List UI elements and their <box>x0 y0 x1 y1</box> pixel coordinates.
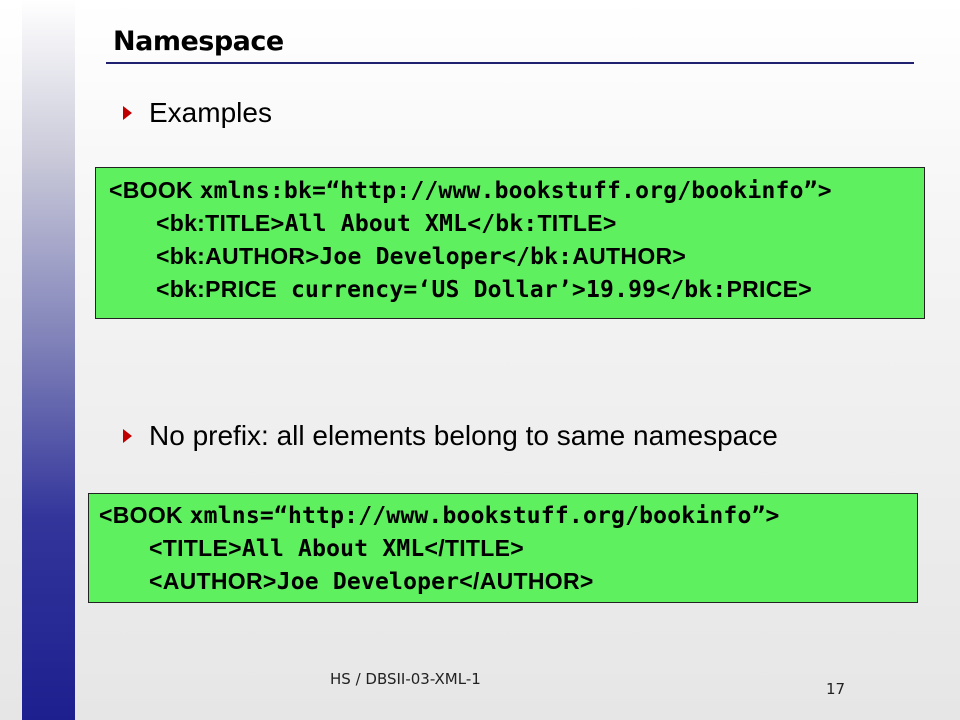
code-line: <AUTHOR>Joe Developer</AUTHOR> <box>149 568 594 595</box>
sidebar-gradient-bar <box>22 0 75 720</box>
code-line: <bk:TITLE>All About XML</bk:TITLE> <box>156 210 617 237</box>
code-line: <BOOK xmlns:bk=“http://www.bookstuff.org… <box>109 177 832 204</box>
slide-title: Namespace <box>113 26 284 57</box>
code-line: <bk:PRICE currency=‘US Dollar’>19.99</bk… <box>156 276 812 303</box>
bullet-arrow-icon <box>123 429 132 443</box>
title-underline <box>106 62 914 64</box>
code-example-no-prefix: <BOOK xmlns=“http://www.bookstuff.org/bo… <box>88 493 918 603</box>
bullet-text: No prefix: all elements belong to same n… <box>149 420 778 451</box>
page-number: 17 <box>826 680 846 698</box>
footer-text: HS / DBSII-03-XML-1 <box>330 670 481 688</box>
code-line: <TITLE>All About XML</TITLE> <box>149 535 525 562</box>
code-line: <BOOK xmlns=“http://www.bookstuff.org/bo… <box>99 502 780 529</box>
bullet-examples: Examples <box>123 97 272 129</box>
bullet-arrow-icon <box>123 106 132 120</box>
bullet-no-prefix: No prefix: all elements belong to same n… <box>123 420 778 452</box>
bullet-text: Examples <box>149 97 272 128</box>
code-line: <bk:AUTHOR>Joe Developer</bk:AUTHOR> <box>156 243 687 270</box>
code-example-prefixed: <BOOK xmlns:bk=“http://www.bookstuff.org… <box>95 167 925 319</box>
